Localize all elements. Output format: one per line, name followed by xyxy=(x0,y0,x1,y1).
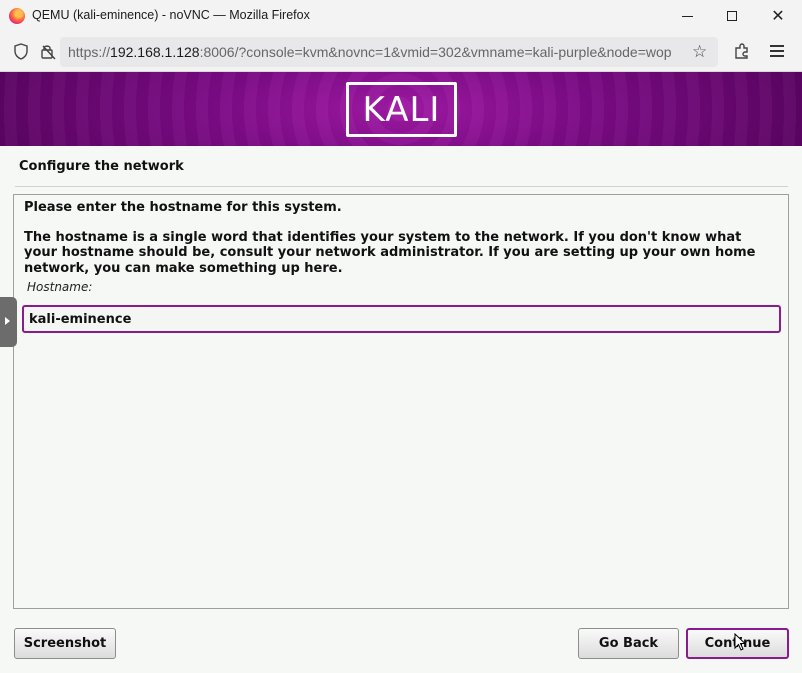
maximize-icon[interactable] xyxy=(709,0,755,32)
description-text: The hostname is a single word that ident… xyxy=(24,230,756,276)
section-title: Configure the network xyxy=(19,159,184,174)
url-bar[interactable]: https://192.168.1.128:8006/?console=kvm&… xyxy=(60,37,718,67)
go-back-button[interactable]: Go Back xyxy=(578,628,679,659)
window-title: QEMU (kali-eminence) - noVNC — Mozilla F… xyxy=(32,8,310,22)
kali-banner: KALI xyxy=(0,72,802,146)
lock-icon[interactable] xyxy=(40,43,56,60)
firefox-logo-icon xyxy=(9,8,25,24)
close-icon[interactable]: ✕ xyxy=(755,0,801,32)
vm-console[interactable]: KALI Configure the network Please enter … xyxy=(0,72,802,673)
shield-icon[interactable] xyxy=(14,43,28,60)
extensions-icon[interactable] xyxy=(733,42,751,60)
kali-logo: KALI xyxy=(346,82,457,137)
divider xyxy=(15,186,788,187)
star-icon[interactable]: ☆ xyxy=(692,42,707,62)
hostname-label: Hostname: xyxy=(27,280,93,294)
url-prefix: https:// xyxy=(68,44,111,60)
hostname-input[interactable] xyxy=(22,305,781,333)
navigation-bar: https://192.168.1.128:8006/?console=kvm&… xyxy=(0,32,802,72)
screenshot-button[interactable]: Screenshot xyxy=(14,628,116,659)
url-host: 192.168.1.128 xyxy=(110,44,200,60)
url-rest: :8006/?console=kvm&novnc=1&vmid=302&vmna… xyxy=(199,44,672,60)
minimize-icon[interactable] xyxy=(664,0,710,32)
mouse-cursor-icon xyxy=(734,633,746,651)
novnc-control-bar-handle[interactable] xyxy=(0,297,17,347)
menu-icon[interactable] xyxy=(770,45,784,57)
url-text[interactable]: https://192.168.1.128:8006/?console=kvm&… xyxy=(68,44,688,60)
window-titlebar: QEMU (kali-eminence) - noVNC — Mozilla F… xyxy=(0,0,802,32)
installer-panel: Please enter the hostname for this syste… xyxy=(13,194,789,609)
prompt-text: Please enter the hostname for this syste… xyxy=(24,200,342,215)
